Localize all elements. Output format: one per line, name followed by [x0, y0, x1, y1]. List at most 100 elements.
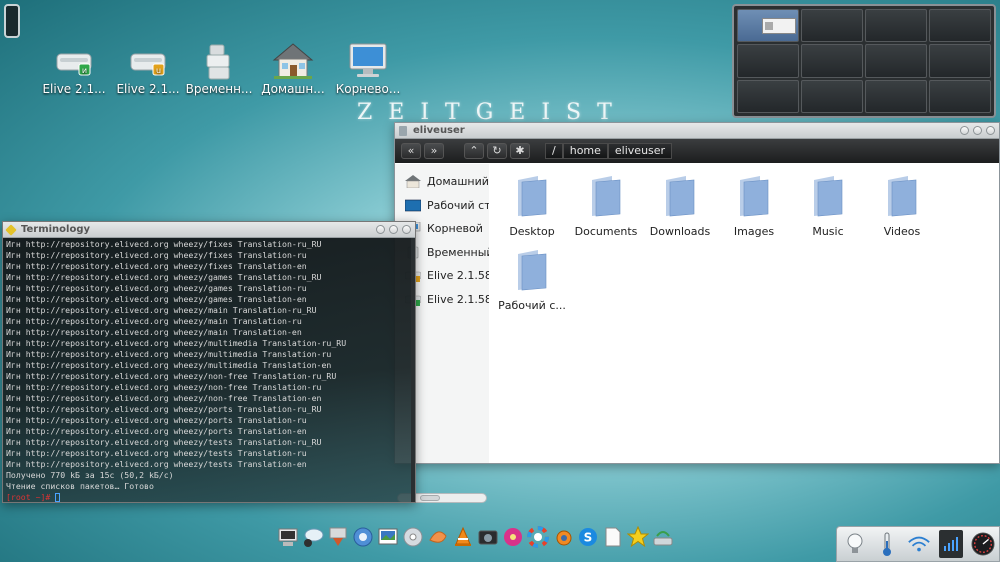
folder-downloads[interactable]: Downloads — [643, 174, 717, 238]
crumb-user[interactable]: eliveuser — [607, 143, 673, 159]
crumb-home[interactable]: home — [562, 143, 608, 159]
refresh-button[interactable]: ↻ — [487, 143, 507, 159]
trash-icon — [183, 40, 255, 82]
skype-icon[interactable]: S — [576, 522, 600, 552]
pager-desk-12[interactable] — [929, 79, 991, 113]
pager-desk-6[interactable] — [801, 44, 863, 78]
browser-icon[interactable] — [351, 522, 375, 552]
terminal-line: Игн http://repository.elivecd.org wheezy… — [6, 283, 307, 293]
pager-desk-1[interactable] — [737, 9, 799, 43]
shelf-toggle[interactable] — [4, 4, 20, 38]
crumb-root[interactable]: / — [545, 143, 563, 159]
terminal-line: Игн http://repository.elivecd.org wheezy… — [6, 305, 317, 315]
desktop-icon — [405, 199, 421, 212]
terminal-titlebar[interactable]: Terminology — [3, 222, 415, 238]
folder-images[interactable]: Images — [717, 174, 791, 238]
terminal-output[interactable]: Игн http://repository.elivecd.org wheezy… — [3, 238, 415, 502]
pager-desk-4[interactable] — [929, 9, 991, 43]
terminal-line: Игн http://repository.elivecd.org wheezy… — [6, 426, 307, 436]
terminal-line: Игн http://repository.elivecd.org wheezy… — [6, 360, 332, 370]
svg-text:u: u — [156, 66, 161, 75]
up-button[interactable]: ⌃ — [464, 143, 484, 159]
svg-text:S: S — [584, 531, 593, 545]
system-tray — [836, 526, 1000, 562]
terminal-line: Игн http://repository.elivecd.org wheezy… — [6, 327, 302, 337]
vlc-icon[interactable] — [451, 522, 475, 552]
scrollbar-thumb[interactable] — [420, 495, 440, 501]
chat-icon[interactable] — [301, 522, 325, 552]
pager-desk-7[interactable] — [865, 44, 927, 78]
maximize-button[interactable] — [973, 126, 982, 135]
computer-icon[interactable] — [276, 522, 300, 552]
fruit-icon[interactable] — [426, 522, 450, 552]
camera-icon[interactable] — [476, 522, 500, 552]
wifi-icon[interactable] — [907, 530, 931, 558]
desktop-icon-elive-drive-1[interactable]: и Elive 2.1... — [38, 40, 110, 96]
terminal-line: Игн http://repository.elivecd.org wheezy… — [6, 393, 322, 403]
terminal-line: Игн http://repository.elivecd.org wheezy… — [6, 371, 337, 381]
sidebar-item-desktop[interactable]: Рабочий стол — [395, 194, 489, 218]
terminal-window[interactable]: Terminology Игн http://repository.elivec… — [2, 221, 416, 503]
pager-desk-2[interactable] — [801, 9, 863, 43]
folder-icon — [740, 176, 769, 217]
terminal-line: Игн http://repository.elivecd.org wheezy… — [6, 250, 307, 260]
lightbulb-icon[interactable] — [843, 530, 867, 558]
terminal-line: Игн http://repository.elivecd.org wheezy… — [6, 338, 347, 348]
dock: S — [276, 516, 675, 552]
home-icon — [405, 175, 421, 189]
desktop-icon-home[interactable]: Домашн... — [257, 40, 329, 96]
flower-icon[interactable] — [501, 522, 525, 552]
terminal-line: Игн http://repository.elivecd.org wheezy… — [6, 415, 307, 425]
terminal-line: Игн http://repository.elivecd.org wheezy… — [6, 261, 307, 271]
pager-desk-3[interactable] — [865, 9, 927, 43]
folder-documents[interactable]: Documents — [569, 174, 643, 238]
terminal-prompt-line[interactable]: [root ~]# — [6, 492, 412, 502]
clock-icon[interactable] — [971, 530, 995, 558]
folder-rabochiy-stol[interactable]: Рабочий с... — [495, 248, 569, 312]
fm-titlebar[interactable]: eliveuser — [395, 123, 999, 139]
settings-button[interactable]: ✱ — [510, 143, 530, 159]
forward-button[interactable]: » — [424, 143, 444, 159]
desktop-icon-elive-drive-2[interactable]: u Elive 2.1... — [112, 40, 184, 96]
star-icon[interactable] — [626, 522, 650, 552]
minimize-button[interactable] — [376, 225, 385, 234]
terminal-line: Игн http://repository.elivecd.org wheezy… — [6, 459, 307, 469]
thermometer-icon[interactable] — [875, 530, 899, 558]
close-button[interactable] — [402, 225, 411, 234]
blender-icon[interactable] — [551, 522, 575, 552]
desktop-icon-temp[interactable]: Временн... — [183, 40, 255, 96]
terminal-line: Игн http://repository.elivecd.org wheezy… — [6, 448, 307, 458]
folder-desktop[interactable]: Desktop — [495, 174, 569, 238]
close-button[interactable] — [986, 126, 995, 135]
maximize-button[interactable] — [389, 225, 398, 234]
network-icon[interactable] — [651, 522, 675, 552]
terminal-line: Игн http://repository.elivecd.org wheezy… — [6, 272, 322, 282]
sidebar-item-home[interactable]: Домашний — [395, 170, 489, 194]
desktop-pager[interactable] — [732, 4, 996, 118]
pager-desk-5[interactable] — [737, 44, 799, 78]
svg-text:и: и — [82, 66, 87, 75]
file-manager-window[interactable]: eliveuser « » ⌃ ↻ ✱ / home eliveuser Дом… — [394, 122, 1000, 503]
desktop-icon-root[interactable]: Корнево... — [332, 40, 404, 96]
terminal-scrollbar[interactable] — [411, 238, 415, 502]
pager-desk-9[interactable] — [737, 79, 799, 113]
home-icon — [257, 40, 329, 82]
terminal-line: Чтение списков пакетов… Готово — [6, 481, 154, 491]
disc-icon[interactable] — [401, 522, 425, 552]
color-wheel-icon[interactable] — [526, 522, 550, 552]
terminal-line: Получено 770 kБ за 15с (50,2 kБ/c) — [6, 470, 174, 480]
tools-icon[interactable] — [326, 522, 350, 552]
minimize-button[interactable] — [960, 126, 969, 135]
folder-videos[interactable]: Videos — [865, 174, 939, 238]
image-viewer-icon[interactable] — [376, 522, 400, 552]
pager-desk-10[interactable] — [801, 79, 863, 113]
battery-icon[interactable] — [939, 530, 963, 558]
document-icon[interactable] — [601, 522, 625, 552]
pager-desk-11[interactable] — [865, 79, 927, 113]
terminal-line: Игн http://repository.elivecd.org wheezy… — [6, 437, 322, 447]
terminal-line: Игн http://repository.elivecd.org wheezy… — [6, 316, 302, 326]
window-title: eliveuser — [413, 125, 465, 136]
folder-music[interactable]: Music — [791, 174, 865, 238]
back-button[interactable]: « — [401, 143, 421, 159]
pager-desk-8[interactable] — [929, 44, 991, 78]
